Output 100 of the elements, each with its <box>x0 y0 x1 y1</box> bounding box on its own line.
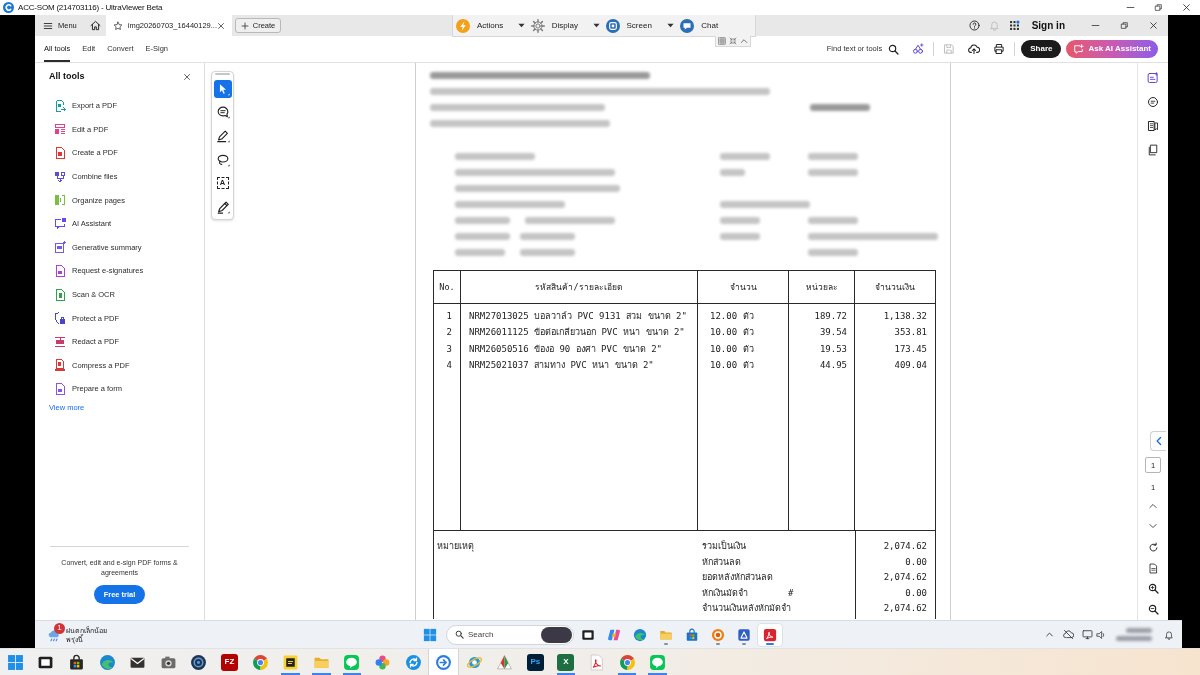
table-cell-text: 1,138.32 <box>882 310 928 323</box>
arrow-circle-icon <box>435 653 453 671</box>
ask-ai-assistant-button[interactable]: Ask AI Assistant <box>1066 40 1158 58</box>
blurred-text-block <box>520 232 575 240</box>
ai-tools-icon[interactable] <box>912 43 925 55</box>
sparkle-square-icon[interactable] <box>1147 72 1159 84</box>
select-tool-button[interactable] <box>213 79 232 98</box>
shopping-bag-icon <box>68 653 85 671</box>
collapse-panel-button[interactable] <box>1150 431 1166 452</box>
comment-icon[interactable] <box>1147 96 1159 108</box>
close-icon[interactable] <box>1149 21 1158 30</box>
share-button[interactable]: Share <box>1021 40 1062 58</box>
taskbar-app[interactable]: X <box>550 649 582 675</box>
zoom-out-icon[interactable] <box>1147 604 1159 616</box>
table-cell-text: 4 <box>445 358 453 372</box>
table-cell-text: 409.04 <box>893 358 928 372</box>
bell-icon[interactable] <box>1164 629 1174 640</box>
table-cell-text: NRM25021037 สามทาง PVC หนา ขนาด 2" <box>468 358 655 372</box>
taskbar-app[interactable]: FZ <box>214 649 245 675</box>
gear-icon <box>530 18 545 33</box>
summary-label: หักเงินมัดจำ <box>702 586 749 600</box>
table-cell-text: 189.72 <box>813 310 848 323</box>
column-header: จำนวน <box>698 271 789 303</box>
restore-icon[interactable] <box>1120 21 1129 30</box>
blurred-text-block <box>810 103 870 111</box>
pdf-document-icon <box>588 653 606 671</box>
chevron-up-icon[interactable] <box>1045 630 1054 639</box>
ribbon-logo-icon <box>607 627 621 642</box>
sparkle-bubble-icon <box>1073 43 1085 55</box>
cloud-off-icon[interactable] <box>1063 629 1074 640</box>
triangle-tile-icon <box>737 627 751 642</box>
search-field[interactable]: Search <box>446 624 574 645</box>
table-cell-text: NRM26050516 ข้องอ 90 องศา PVC ขนาด 2" <box>468 342 664 356</box>
fit-screen-icon[interactable] <box>729 37 737 45</box>
disc-icon <box>711 627 725 642</box>
taskbar-app[interactable]: Ps <box>520 649 551 675</box>
color-wheel-icon <box>251 653 269 671</box>
close-panel-icon[interactable] <box>183 73 191 81</box>
star-icon[interactable] <box>112 20 123 31</box>
ring-icon <box>190 653 208 671</box>
upload-icon[interactable] <box>968 43 981 55</box>
wave-circle-icon <box>98 653 116 671</box>
close-icon[interactable] <box>1181 3 1191 12</box>
sign-in-button[interactable]: Sign in <box>1031 18 1065 33</box>
caret-icon <box>592 23 600 28</box>
rotate-icon[interactable] <box>1147 541 1159 553</box>
print-icon[interactable] <box>993 43 1006 55</box>
chat-bubble-icon <box>649 653 667 671</box>
display-button[interactable]: Display <box>530 15 606 36</box>
home-icon[interactable] <box>89 20 101 31</box>
table-cell-text: 19.53 <box>818 342 848 356</box>
note-label: หมายเหตุ <box>437 540 475 554</box>
caret-icon <box>667 23 675 28</box>
blurred-text-block <box>455 248 505 256</box>
plus-icon <box>240 21 249 30</box>
wave-circle-icon <box>633 627 647 642</box>
summary-value: 0.00 <box>905 586 927 600</box>
sticky-note-icon <box>282 653 300 671</box>
document-icon[interactable] <box>1147 562 1159 574</box>
store-bag-icon <box>685 627 699 642</box>
pen-nib-icon <box>215 199 230 214</box>
blurred-text-block <box>808 168 858 176</box>
column-header: หน่วยละ <box>789 271 855 303</box>
summary-mark: # <box>788 586 794 600</box>
sync-icon <box>404 653 422 671</box>
table-cell-text: 10.00 ตัว <box>709 358 755 372</box>
apps-grid-icon[interactable] <box>1008 20 1020 31</box>
lasso-icon <box>215 152 230 167</box>
help-icon[interactable] <box>968 20 980 31</box>
monitor-icon[interactable] <box>1082 629 1093 640</box>
table-cell-text: 44.95 <box>818 358 848 372</box>
speaker-icon[interactable] <box>1096 629 1106 640</box>
restore-icon[interactable] <box>1153 3 1163 12</box>
blurred-text-block <box>720 168 745 176</box>
close-tab-icon[interactable] <box>217 21 225 30</box>
blurred-text-block <box>720 152 770 160</box>
summary-label: รวมเป็นเงิน <box>702 540 747 554</box>
table-cell-text: 3 <box>445 342 453 356</box>
zoom-in-icon[interactable] <box>1147 583 1159 595</box>
screen-button[interactable]: Screen <box>605 15 681 36</box>
chat-icon <box>680 18 695 33</box>
pages-icon[interactable] <box>1147 144 1159 156</box>
start-icon[interactable] <box>423 627 437 642</box>
actions-button[interactable]: Actions <box>456 15 531 36</box>
bookmark-icon[interactable] <box>1147 120 1159 132</box>
search-icon <box>455 630 464 639</box>
blurred-text-block <box>808 216 858 224</box>
chat-button[interactable]: Chat <box>680 15 755 36</box>
menu-icon <box>43 20 53 31</box>
table-cell-text: 12.00 ตัว <box>709 310 755 323</box>
app-tile: X <box>557 653 575 671</box>
chevron-up-icon[interactable] <box>740 37 749 45</box>
column-header: No. <box>434 271 461 303</box>
chat-bubble-icon <box>343 653 361 671</box>
column-header: จำนวนเงิน <box>874 280 916 294</box>
comment-icon <box>215 105 230 120</box>
blurred-text-block <box>1126 628 1152 633</box>
app-tile: Ps <box>526 653 544 671</box>
table-cell-text: 10.00 ตัว <box>709 342 755 356</box>
task-view-icon <box>581 627 595 642</box>
